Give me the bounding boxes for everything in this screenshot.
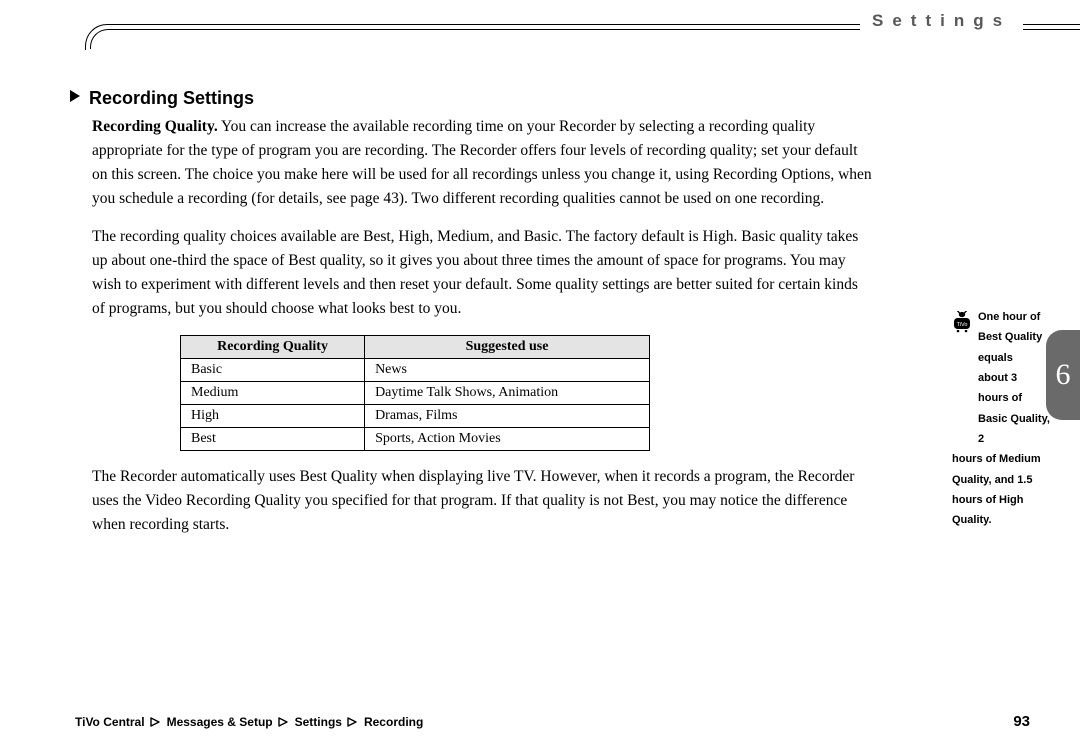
breadcrumb-item: Settings (295, 715, 342, 729)
table-cell: Sports, Action Movies (365, 428, 650, 451)
table-row: Medium Daytime Talk Shows, Animation (181, 382, 650, 405)
header-rule-inner (90, 29, 1080, 49)
table-cell: Dramas, Films (365, 405, 650, 428)
body-column: Recording Quality. You can increase the … (92, 115, 872, 537)
table-cell: High (181, 405, 365, 428)
breadcrumb-item: Recording (364, 715, 423, 729)
table-header-use: Suggested use (365, 336, 650, 359)
paragraph-2: The recording quality choices available … (92, 225, 872, 321)
table-cell: Daytime Talk Shows, Animation (365, 382, 650, 405)
table-cell: Best (181, 428, 365, 451)
tivo-icon: TiVo (952, 311, 972, 338)
section-label: Settings (860, 11, 1023, 31)
table-row: Basic News (181, 359, 650, 382)
table-header-quality: Recording Quality (181, 336, 365, 359)
breadcrumb-item: TiVo Central (75, 715, 145, 729)
main-content: Recording Settings Recording Quality. Yo… (70, 88, 970, 690)
lead-in: Recording Quality. (92, 118, 218, 135)
margin-note: TiVo One hour of Best Quality equals abo… (952, 307, 1050, 531)
chapter-tab: 6 (1046, 330, 1080, 420)
page-footer: TiVo Central Messages & Setup Settings R… (75, 713, 1030, 730)
table-cell: Medium (181, 382, 365, 405)
paragraph-1: Recording Quality. You can increase the … (92, 115, 872, 211)
svg-text:TiVo: TiVo (957, 322, 968, 328)
margin-note-rest: hours of Medium Quality, and 1.5 hours o… (952, 449, 1050, 530)
page-number: 93 (1013, 713, 1030, 730)
chevron-right-icon (347, 717, 359, 727)
chevron-right-icon (278, 717, 290, 727)
section-heading: Recording Settings (89, 88, 254, 109)
margin-note-line2: about 3 hours of Basic Quality, 2 (978, 368, 1050, 449)
triangle-right-icon (70, 90, 81, 107)
table-cell: News (365, 359, 650, 382)
chevron-right-icon (150, 717, 162, 727)
breadcrumb-item: Messages & Setup (167, 715, 273, 729)
breadcrumb: TiVo Central Messages & Setup Settings R… (75, 715, 423, 729)
chapter-number: 6 (1056, 358, 1071, 392)
table-row: High Dramas, Films (181, 405, 650, 428)
paragraph-3: The Recorder automatically uses Best Qua… (92, 465, 872, 537)
heading-row: Recording Settings (70, 88, 970, 109)
table-row: Best Sports, Action Movies (181, 428, 650, 451)
table-cell: Basic (181, 359, 365, 382)
quality-table: Recording Quality Suggested use Basic Ne… (180, 335, 650, 451)
margin-note-line1: One hour of Best Quality equals (978, 307, 1050, 368)
